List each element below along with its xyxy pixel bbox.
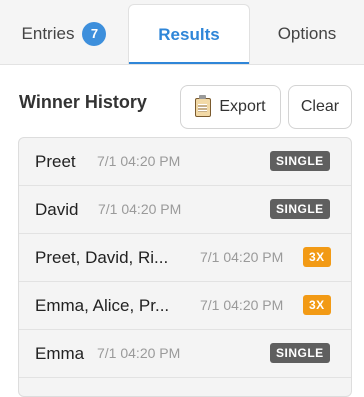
mode-badge: 3X xyxy=(303,295,331,315)
tab-results[interactable]: Results xyxy=(128,4,250,64)
history-row: Emma 7/1 04:20 PM SINGLE xyxy=(19,330,351,378)
winner-history-list[interactable]: Preet 7/1 04:20 PM SINGLE David 7/1 04:2… xyxy=(18,137,352,397)
tab-bar: Entries 7 Results Options xyxy=(0,0,364,65)
tab-entries-label: Entries xyxy=(21,23,75,43)
history-row: Emma, Alice, Pr... 7/1 04:20 PM 3X xyxy=(19,282,351,330)
mode-badge: SINGLE xyxy=(270,343,330,363)
mode-badge: SINGLE xyxy=(270,199,330,219)
entries-count-badge: 7 xyxy=(82,21,107,46)
history-row: Preet 7/1 04:20 PM SINGLE xyxy=(19,138,351,186)
section-title: Winner History xyxy=(19,92,147,112)
mode-badge: 3X xyxy=(303,247,331,267)
winner-names: Emma xyxy=(35,344,85,363)
winner-time: 7/1 04:20 PM xyxy=(97,345,181,361)
winner-names: David xyxy=(35,200,79,219)
clipboard-icon xyxy=(195,94,212,117)
history-row: Preet, David, Ri... 7/1 04:20 PM 3X xyxy=(19,234,351,282)
mode-badge: SINGLE xyxy=(270,151,330,171)
tab-entries[interactable]: Entries 7 xyxy=(0,4,128,63)
winner-time: 7/1 04:20 PM xyxy=(200,249,284,265)
winner-time: 7/1 04:20 PM xyxy=(98,201,182,217)
export-button[interactable]: Export xyxy=(180,85,281,129)
clear-button[interactable]: Clear xyxy=(288,85,352,129)
winner-names: Preet xyxy=(35,152,76,171)
winner-time: 7/1 04:20 PM xyxy=(97,153,181,169)
export-button-label: Export xyxy=(219,98,266,115)
tab-options-label: Options xyxy=(277,23,337,43)
winner-time: 7/1 04:20 PM xyxy=(200,297,284,313)
history-row: David 7/1 04:20 PM SINGLE xyxy=(19,186,351,234)
tab-options[interactable]: Options xyxy=(250,4,364,63)
winner-names: Preet, David, Ri... xyxy=(35,248,169,267)
tab-results-label: Results xyxy=(158,24,220,44)
clear-button-label: Clear xyxy=(300,98,340,115)
winner-names: Emma, Alice, Pr... xyxy=(35,296,170,315)
